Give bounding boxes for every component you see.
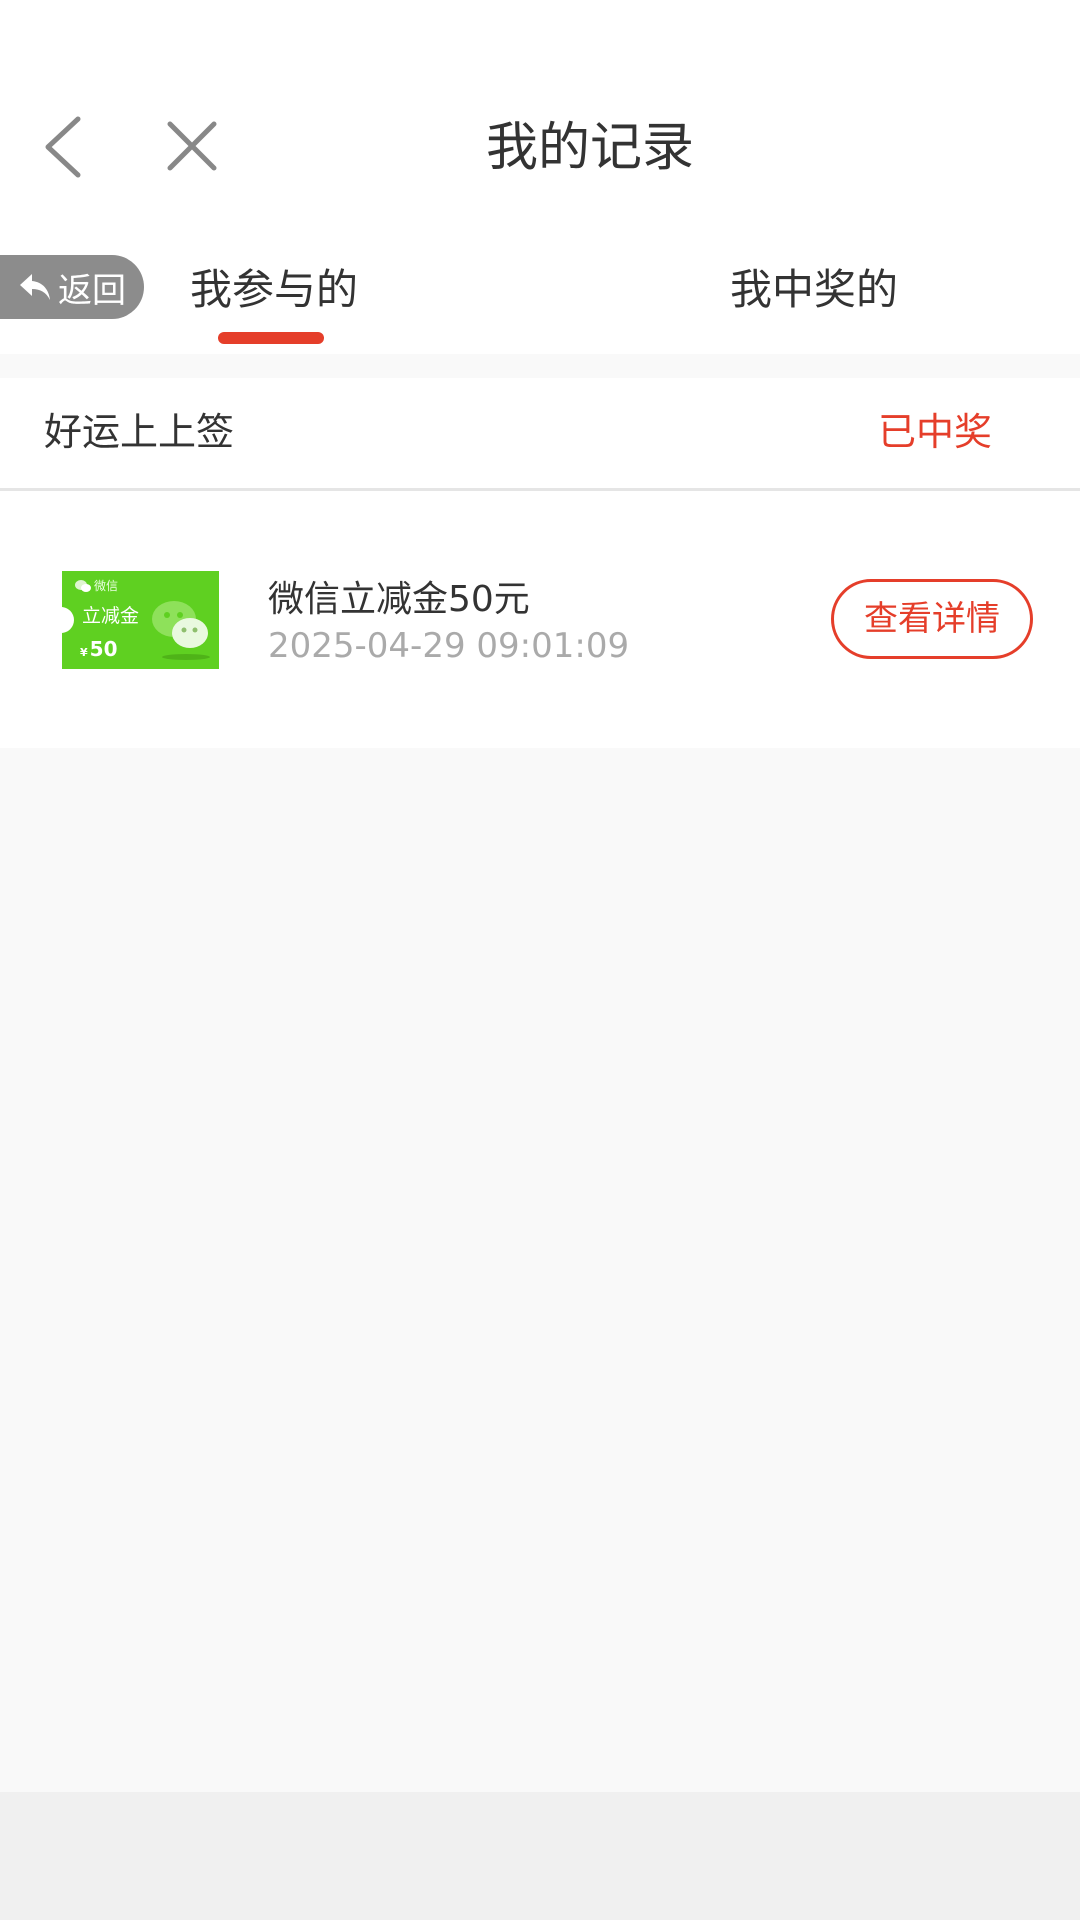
thumbnail-amount: ¥50	[80, 637, 118, 661]
tab-won[interactable]: 我中奖的	[730, 260, 898, 320]
nav-back-button[interactable]	[30, 105, 100, 185]
bottom-strip	[0, 1792, 1080, 1920]
my-records-page: 我的记录 返回 我参与的 我中奖的 好运上上签 已中奖 微信 立减金 ¥ 50 …	[0, 0, 1080, 1920]
close-icon	[167, 121, 217, 171]
thumbnail-amount-value: 50	[89, 637, 118, 661]
active-tab-indicator	[218, 332, 324, 344]
wechat-logo-icon	[75, 580, 91, 592]
record-card-header: 好运上上签 已中奖	[0, 378, 1080, 491]
nav-close-button[interactable]	[158, 112, 226, 180]
chat-bubbles-icon	[152, 601, 210, 660]
prize-thumbnail: 微信 立减金 ¥50	[62, 571, 219, 669]
status-badge: 已中奖	[877, 410, 992, 454]
thumbnail-title: 立减金	[82, 605, 140, 627]
activity-name: 好运上上签	[44, 410, 235, 454]
record-card: 好运上上签 已中奖 微信 立减金 ¥50 微信立减金50元 2025-04-29…	[0, 378, 1080, 748]
prize-name: 微信立减金50元	[268, 579, 530, 620]
top-nav-bar: 我的记录	[0, 0, 1080, 232]
view-details-button[interactable]: 查看详情	[831, 579, 1033, 659]
thumbnail-currency: ¥	[80, 646, 88, 659]
reply-arrow-icon	[20, 274, 50, 300]
record-tabs: 返回 我参与的 我中奖的	[0, 232, 1080, 354]
back-pill-label: 返回	[58, 270, 126, 311]
prize-time: 2025-04-29 09:01:09	[268, 626, 630, 666]
thumbnail-brand: 微信	[94, 579, 119, 593]
back-pill-button[interactable]: 返回	[0, 255, 144, 319]
coupon-notch	[62, 607, 74, 633]
tab-joined[interactable]: 我参与的	[190, 260, 358, 320]
chevron-left-icon	[45, 116, 81, 178]
